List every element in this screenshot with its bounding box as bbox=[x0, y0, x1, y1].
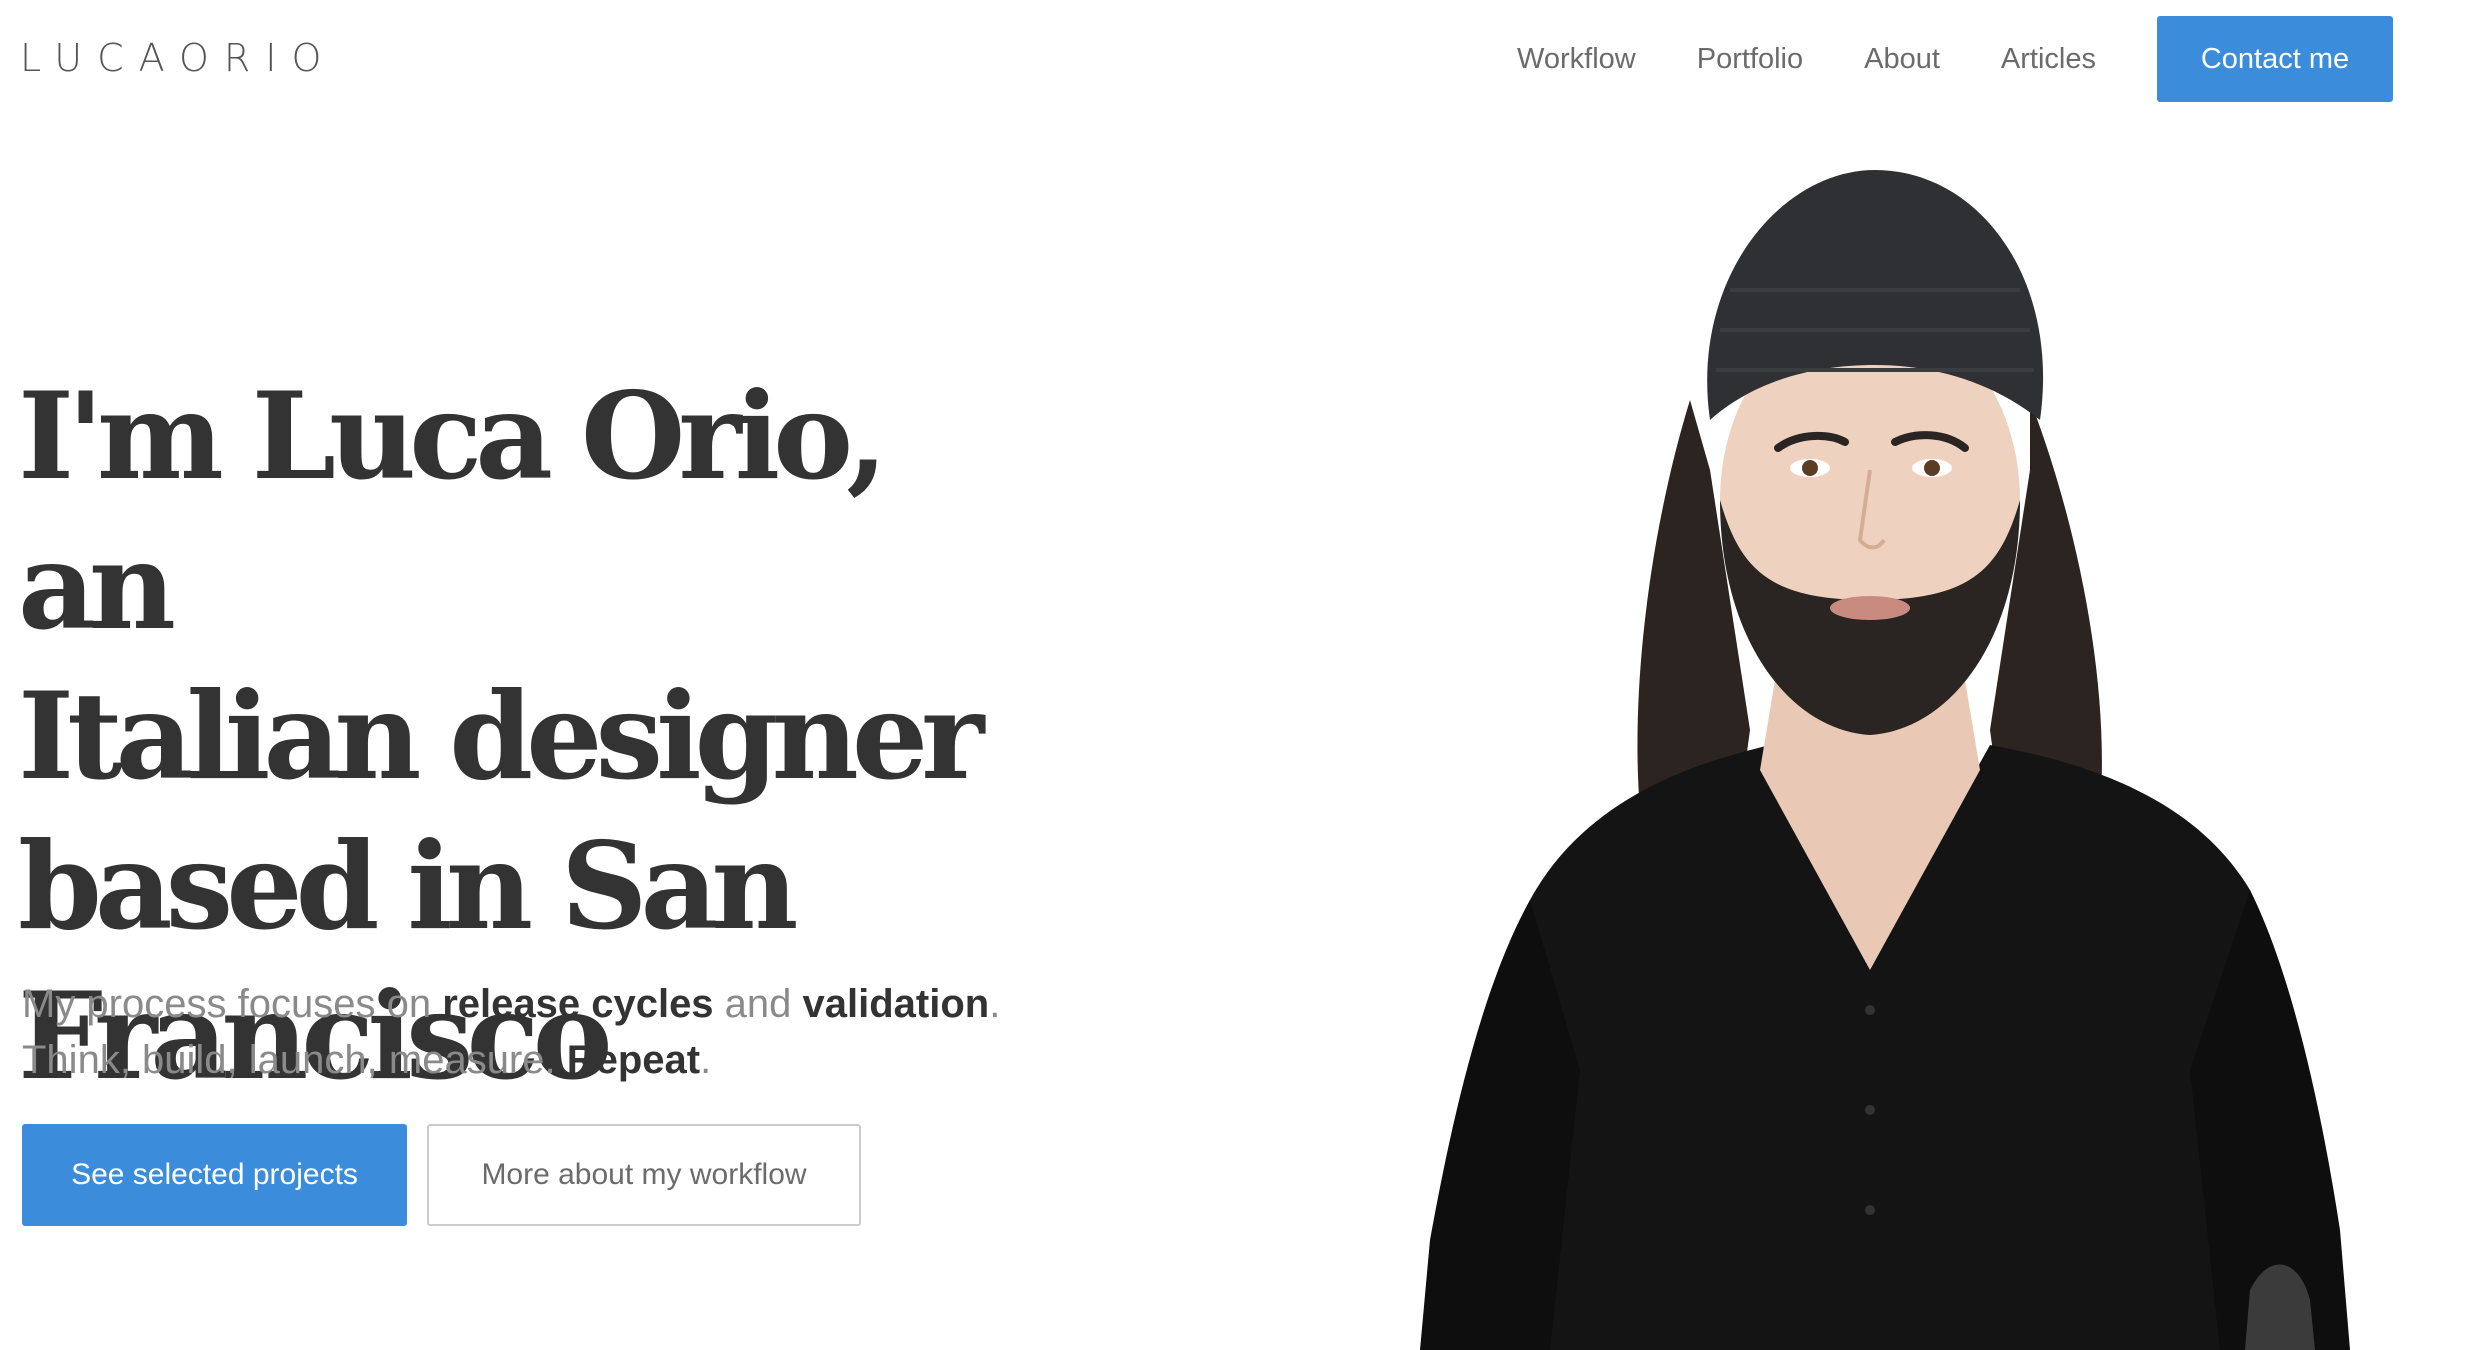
iris bbox=[1802, 460, 1818, 476]
subtitle-emphasis: release cycles bbox=[442, 982, 714, 1026]
portrait-photo bbox=[1420, 170, 2350, 1350]
hero-buttons: See selected projects More about my work… bbox=[22, 1124, 861, 1226]
hero-title-line: I'm Luca Orio, an bbox=[18, 366, 888, 657]
hero-subtitle: My process focuses on release cycles and… bbox=[22, 976, 1122, 1088]
workflow-button[interactable]: More about my workflow bbox=[427, 1124, 861, 1226]
shirt-button bbox=[1865, 1105, 1875, 1115]
hero-title-line: Italian designer bbox=[18, 666, 984, 807]
nav-link-workflow[interactable]: Workflow bbox=[1517, 43, 1636, 76]
subtitle-emphasis: validation bbox=[802, 982, 990, 1026]
subtitle-emphasis: Repeat bbox=[566, 1038, 701, 1082]
contact-button[interactable]: Contact me bbox=[2157, 16, 2393, 102]
nav-link-articles[interactable]: Articles bbox=[2001, 43, 2096, 76]
subtitle-text: My process focuses on bbox=[22, 982, 443, 1026]
nav-link-portfolio[interactable]: Portfolio bbox=[1697, 43, 1803, 76]
shirt-button bbox=[1865, 1005, 1875, 1015]
lips bbox=[1830, 596, 1910, 620]
logo[interactable]: LUCAORIO bbox=[20, 36, 336, 80]
subtitle-text: . bbox=[700, 1038, 712, 1082]
iris bbox=[1924, 460, 1940, 476]
subtitle-text: . bbox=[989, 982, 1001, 1026]
main-nav: Workflow Portfolio About Articles Contac… bbox=[1517, 16, 2393, 102]
page: LUCAORIO Workflow Portfolio About Articl… bbox=[0, 0, 2492, 1350]
subtitle-text: Think, build, launch, measure. bbox=[22, 1038, 567, 1082]
hero-title-line: based in San bbox=[18, 816, 799, 957]
nav-link-about[interactable]: About bbox=[1864, 43, 1940, 76]
see-projects-button[interactable]: See selected projects bbox=[22, 1124, 407, 1226]
shirt-button bbox=[1865, 1205, 1875, 1215]
subtitle-text: and bbox=[713, 982, 803, 1026]
